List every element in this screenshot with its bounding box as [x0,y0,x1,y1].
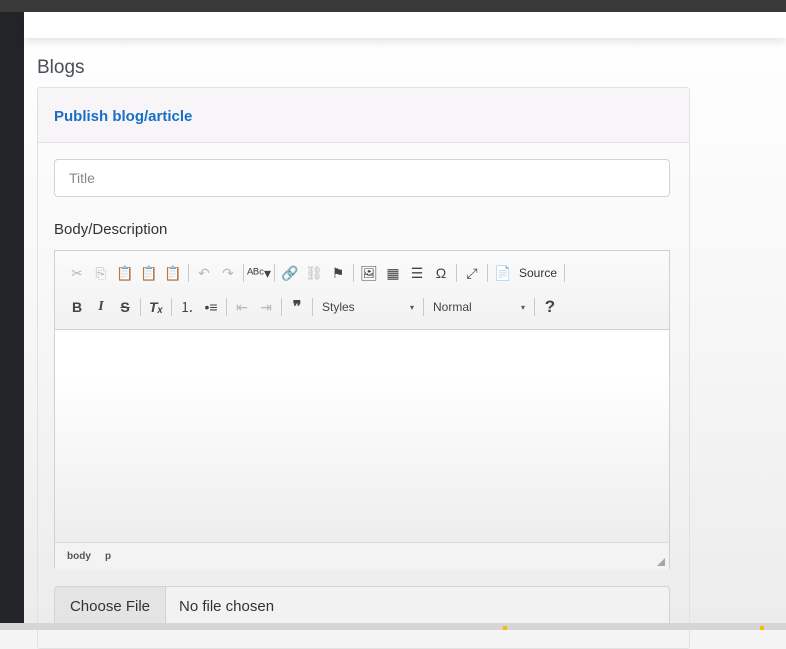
editor-toolbar: ✂ ⎘ 📋 📋 📋 ↶ ↷ ᴬᴮᶜ▾ 🔗 ⛓ ⚑ 🖼 ▦ ☰ Ω ⤢ 📄 Source B I S Tₓ ⒈ •≡ ⇤ ⇥ ❞ St… [55,251,669,330]
bottom-strip [0,623,786,630]
toolbar-separator [140,298,141,316]
styles-dropdown-label: Styles [322,300,355,314]
source-button-label[interactable]: Source [515,266,561,280]
blockquote-icon[interactable]: ❞ [285,295,309,319]
page-title: Blogs [37,57,85,78]
sidebar [0,12,24,630]
paste-text-icon[interactable]: 📋 [137,261,161,285]
bulleted-list-icon[interactable]: •≡ [199,295,223,319]
link-icon[interactable]: 🔗 [278,261,302,285]
unlink-icon[interactable]: ⛓ [302,261,326,285]
resize-handle[interactable] [657,558,665,566]
copy-icon[interactable]: ⎘ [89,261,113,285]
horizontal-line-icon[interactable]: ☰ [405,261,429,285]
increase-indent-icon[interactable]: ⇥ [254,295,278,319]
paste-icon[interactable]: 📋 [113,261,137,285]
toolbar-separator [243,264,244,282]
table-icon[interactable]: ▦ [381,261,405,285]
help-icon[interactable]: ? [538,295,562,319]
main-content: Blogs Publish blog/article Body/Descript… [24,12,786,649]
paste-word-icon[interactable]: 📋 [161,261,185,285]
choose-file-button[interactable]: Choose File [55,587,166,625]
numbered-list-icon[interactable]: ⒈ [175,295,199,319]
toolbar-separator [456,264,457,282]
element-path-bar: body p [55,542,669,570]
source-icon[interactable]: 📄 [491,261,515,285]
redo-icon[interactable]: ↷ [216,261,240,285]
toolbar-separator [423,298,424,316]
rich-text-editor: ✂ ⎘ 📋 📋 📋 ↶ ↷ ᴬᴮᶜ▾ 🔗 ⛓ ⚑ 🖼 ▦ ☰ Ω ⤢ 📄 Source B I S Tₓ ⒈ •≡ ⇤ ⇥ ❞ St… [54,250,670,570]
maximize-icon[interactable]: ⤢ [460,261,484,285]
toolbar-separator [274,264,275,282]
toolbar-separator [312,298,313,316]
title-input[interactable] [54,159,670,197]
strikethrough-icon[interactable]: S [113,295,137,319]
editor-content-area[interactable] [55,330,669,542]
toolbar-row-1: ✂ ⎘ 📋 📋 📋 ↶ ↷ ᴬᴮᶜ▾ 🔗 ⛓ ⚑ 🖼 ▦ ☰ Ω ⤢ 📄 Source [65,261,568,285]
card-title: Publish blog/article [54,108,193,125]
toolbar-separator [353,264,354,282]
indicator-dot [503,626,507,630]
toolbar-separator [564,264,566,282]
file-status-text: No file chosen [179,597,275,615]
body-description-label: Body/Description [54,221,168,238]
italic-icon[interactable]: I [89,295,113,319]
publish-card: Publish blog/article Body/Description ✂⎘… [37,87,690,649]
cut-icon[interactable]: ✂ [65,261,89,285]
indicator-dot [760,626,764,630]
chevron-down-icon: ▾ [520,302,525,312]
path-item-p[interactable]: p [105,551,111,562]
toolbar-separator [487,264,488,282]
toolbar-separator [226,298,227,316]
path-item-body[interactable]: body [67,551,91,562]
format-dropdown-label: Normal [433,300,472,314]
image-icon[interactable]: 🖼 [357,261,381,285]
format-dropdown[interactable]: Normal ▾ [427,300,531,314]
card-header: Publish blog/article [38,88,689,143]
toolbar-separator [534,298,535,316]
toolbar-separator [188,264,189,282]
chevron-down-icon: ▾ [409,302,414,312]
special-char-icon[interactable]: Ω [429,261,453,285]
decrease-indent-icon[interactable]: ⇤ [230,295,254,319]
styles-dropdown[interactable]: Styles ▾ [316,300,420,314]
bold-icon[interactable]: B [65,295,89,319]
spellcheck-icon[interactable]: ᴬᴮᶜ▾ [247,261,271,285]
header-strip [24,12,786,38]
toolbar-separator [171,298,172,316]
file-upload: Choose File No file chosen [54,586,670,626]
remove-format-icon[interactable]: Tₓ [144,295,168,319]
undo-icon[interactable]: ↶ [192,261,216,285]
top-bar [0,0,786,12]
toolbar-separator [281,298,282,316]
toolbar-row-2: B I S Tₓ ⒈ •≡ ⇤ ⇥ ❞ Styles ▾ Normal ▾? [65,295,562,319]
anchor-flag-icon[interactable]: ⚑ [326,261,350,285]
